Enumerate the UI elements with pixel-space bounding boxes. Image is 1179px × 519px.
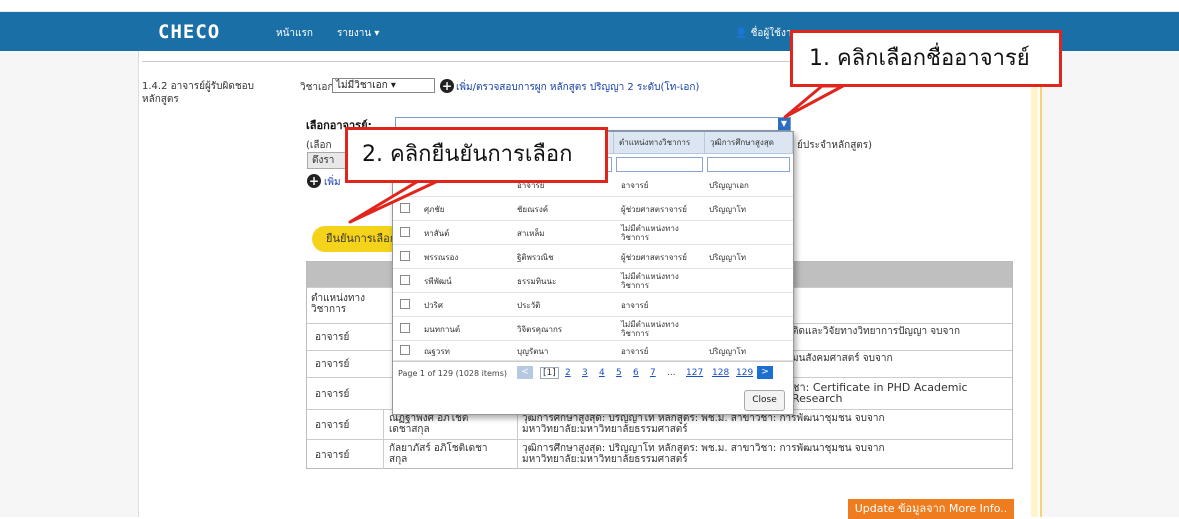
callout1-arrow [783,84,845,119]
callout2-arrow [348,178,442,224]
callout-step2: 2. คลิกยืนยันการเลือก [345,127,608,183]
callout-step1: 1. คลิกเลือกชื่ออาจารย์ [790,30,1062,87]
update-more-info-button[interactable]: Update ข้อมูลจาก More Info.. [848,499,1014,519]
screenshot: CHECO หน้าแรก รายงาน ▾ 👤 ชื่อผู้ใช้งา 1.… [0,0,1179,519]
